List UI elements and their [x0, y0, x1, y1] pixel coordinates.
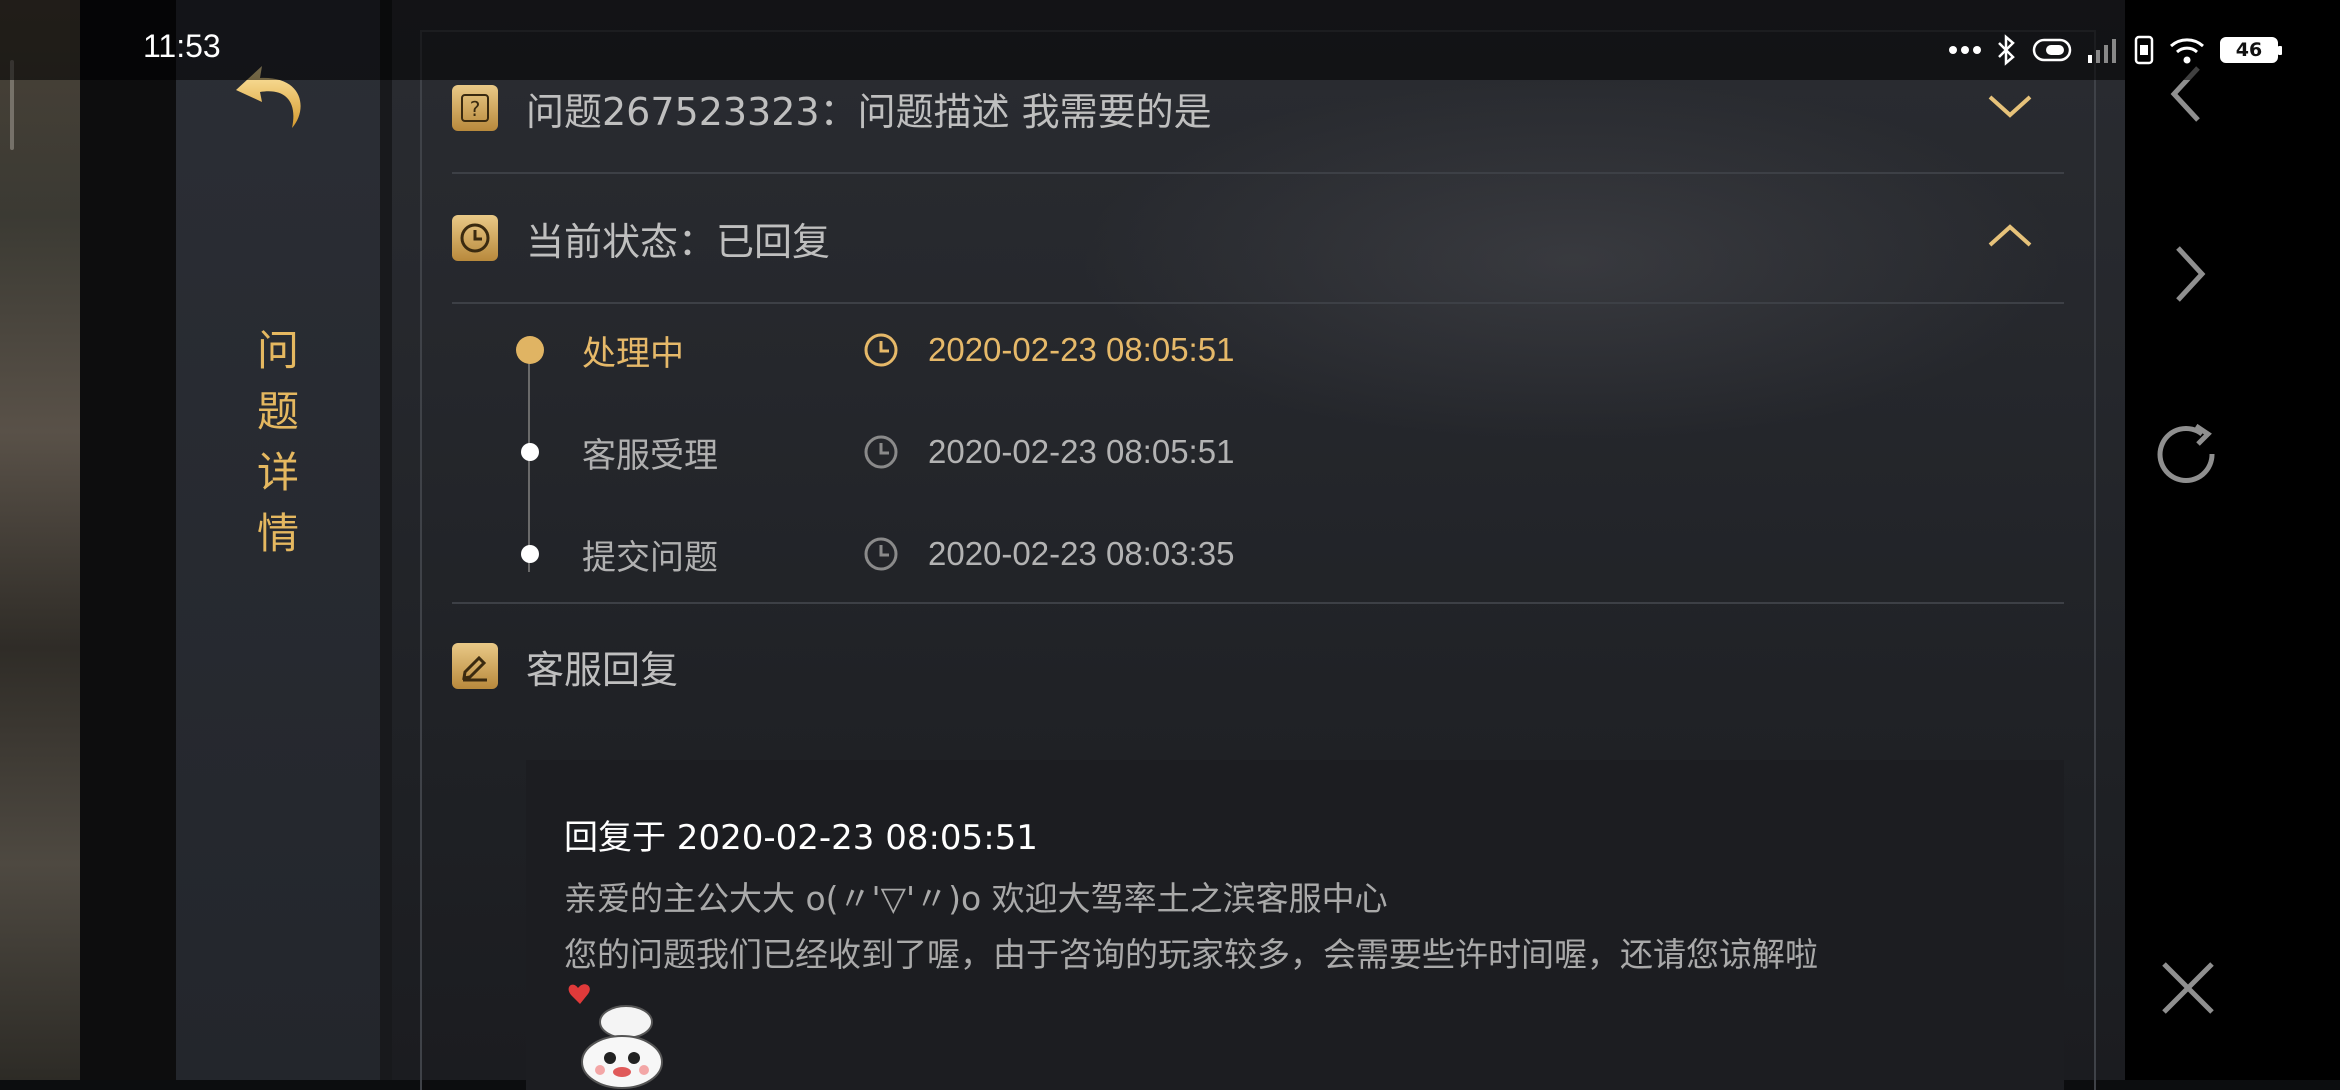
- close-icon[interactable]: [2152, 952, 2224, 1024]
- clock-icon: [864, 537, 898, 571]
- reply-header: 回复于 2020-02-23 08:05:51: [564, 818, 1038, 858]
- forward-nav-icon[interactable]: [2152, 238, 2224, 310]
- page-title-char: 情: [256, 509, 299, 558]
- question-row[interactable]: ? 问题267523323：问题描述 我需要的是: [452, 84, 2064, 134]
- clock-icon: [864, 435, 898, 469]
- timeline-dot-active: [516, 336, 544, 364]
- reply-section-title: 客服回复: [526, 647, 679, 692]
- status-text: 当前状态：已回复: [526, 219, 831, 264]
- signal-icon: [2088, 39, 2116, 63]
- timeline-item: 提交问题 2020-02-23 08:03:35: [516, 534, 1234, 578]
- timeline-item: 处理中 2020-02-23 08:05:51: [516, 330, 1234, 374]
- timeline-label: 客服受理: [582, 435, 718, 476]
- status-icons: 46: [1948, 30, 2282, 70]
- timeline-dot: [521, 545, 539, 563]
- chef-mascot-sticker: [568, 984, 663, 1089]
- timeline-dot: [521, 443, 539, 461]
- sidebar-edge: [380, 0, 392, 1080]
- divider: [452, 302, 2064, 304]
- divider: [452, 172, 2064, 174]
- more-dots-icon: [1949, 46, 1981, 54]
- refresh-icon[interactable]: [2152, 420, 2224, 492]
- divider: [452, 602, 2064, 604]
- sim-icon: [2134, 35, 2154, 65]
- reply-line: 您的问题我们已经收到了喔，由于咨询的玩家较多，会需要些许时间喔，还请您谅解啦: [564, 935, 1818, 974]
- page-title-char: 题: [256, 387, 299, 436]
- game-background-strip: [0, 0, 80, 1080]
- clock-icon: [864, 333, 898, 367]
- chevron-up-icon[interactable]: [1986, 221, 2034, 255]
- clock-time: 11:53: [143, 28, 221, 64]
- timeline-time: 2020-02-23 08:03:35: [928, 535, 1235, 572]
- reply-section-header: 客服回复: [452, 642, 2064, 692]
- reply-box: 回复于 2020-02-23 08:05:51 亲爱的主公大大 o(〃'▽'〃)…: [526, 760, 2064, 1090]
- clock-icon: [452, 215, 498, 261]
- reply-line: 亲爱的主公大大 o(〃'▽'〃)o 欢迎大驾率土之滨客服中心: [564, 879, 1388, 918]
- svg-text:?: ?: [470, 97, 481, 121]
- battery-icon: 46: [2220, 37, 2282, 63]
- timeline-label: 提交问题: [582, 537, 718, 578]
- battery-saver-icon: [2032, 38, 2072, 62]
- status-bar: 11:53 46: [0, 0, 2340, 80]
- page-title-char: 详: [256, 448, 299, 497]
- question-icon: ?: [452, 85, 498, 131]
- page-title-char: 问: [256, 326, 299, 375]
- status-row[interactable]: 当前状态：已回复: [452, 214, 2064, 264]
- right-nav-bar: [2125, 0, 2340, 1080]
- question-title: 问题267523323：问题描述 我需要的是: [526, 89, 1212, 134]
- timeline-label: 处理中: [582, 333, 684, 374]
- bluetooth-icon: [1998, 34, 2015, 66]
- page-title: 问 题 详 情: [256, 320, 300, 564]
- edit-icon: [452, 643, 498, 689]
- chevron-down-icon[interactable]: [1986, 91, 2034, 125]
- screen-gap: [80, 0, 176, 1080]
- timeline-time: 2020-02-23 08:05:51: [928, 433, 1235, 470]
- wifi-icon: [2170, 38, 2204, 64]
- timeline-time: 2020-02-23 08:05:51: [928, 331, 1235, 368]
- timeline-item: 客服受理 2020-02-23 08:05:51: [516, 432, 1234, 476]
